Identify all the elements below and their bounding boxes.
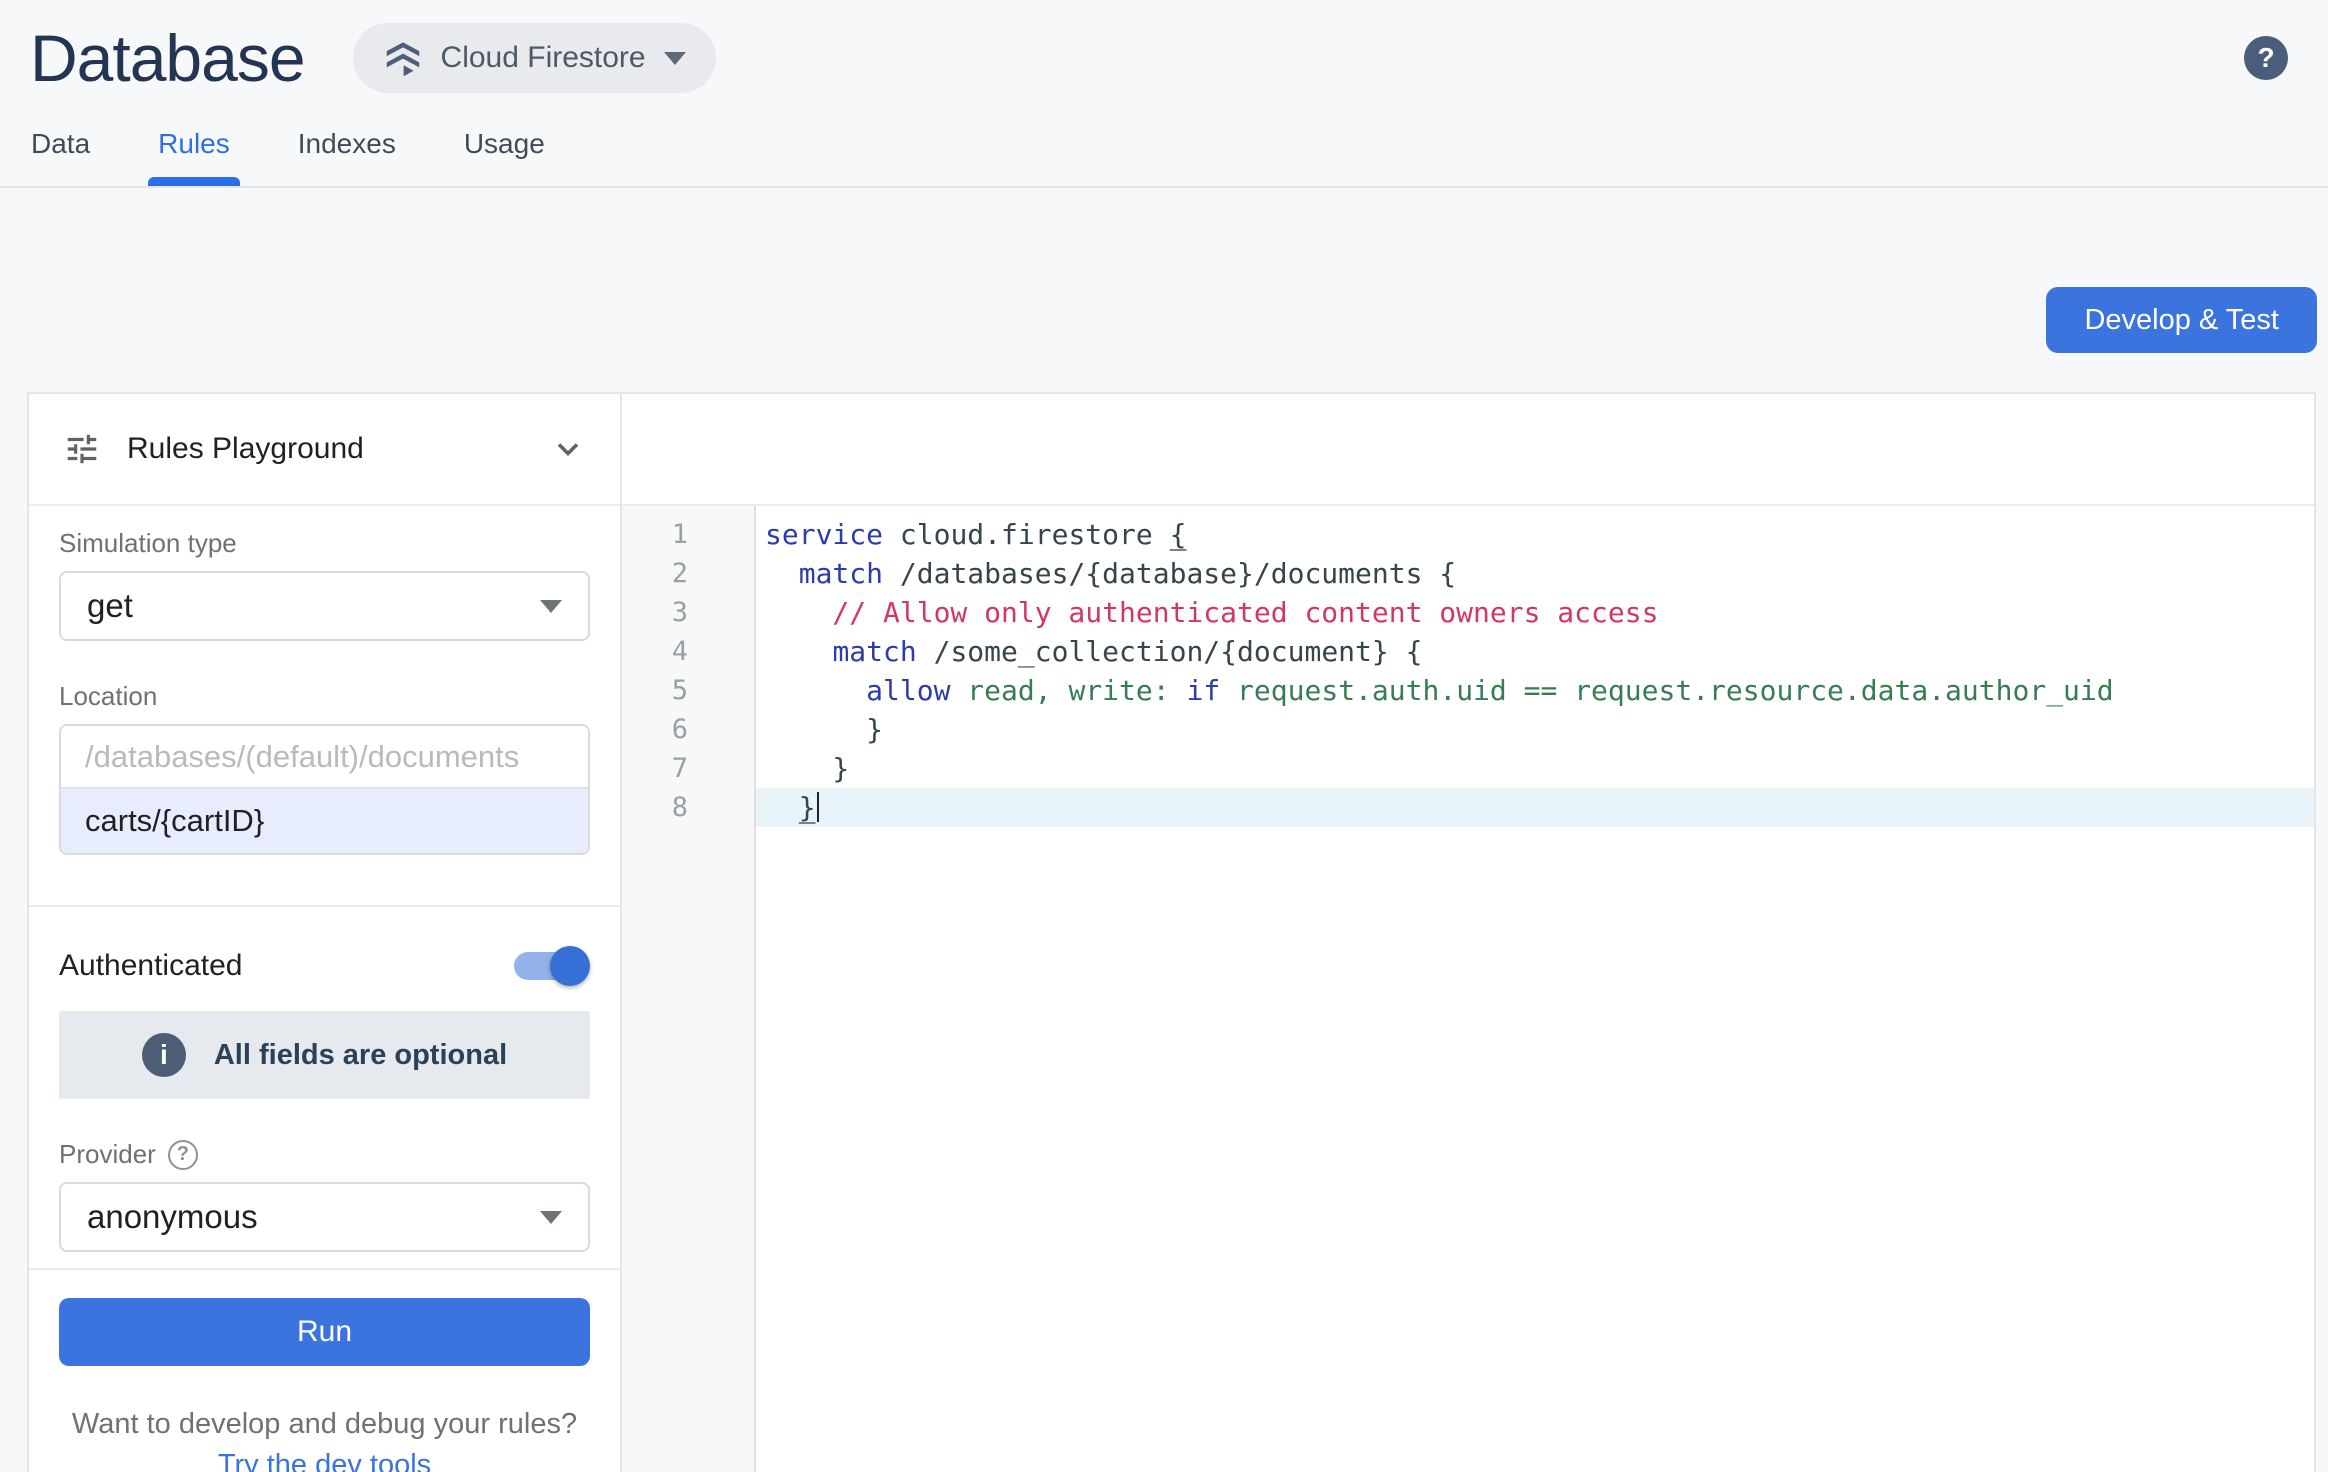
line-number: 1 bbox=[622, 515, 688, 554]
simulation-type-value: get bbox=[87, 587, 540, 625]
code-line[interactable]: // Allow only authenticated content owne… bbox=[756, 593, 2314, 632]
info-banner: i All fields are optional bbox=[59, 1011, 590, 1099]
code-token bbox=[765, 557, 799, 590]
panel-title: Rules Playground bbox=[127, 432, 364, 466]
code-token: /some_collection/{document} { bbox=[917, 635, 1423, 668]
firestore-icon bbox=[383, 38, 423, 78]
provider-select[interactable]: anonymous bbox=[59, 1182, 590, 1252]
code-editor[interactable]: 12345678 service cloud.firestore { match… bbox=[622, 506, 2314, 1472]
run-button[interactable]: Run bbox=[59, 1298, 590, 1366]
code-line[interactable]: } bbox=[756, 788, 2314, 827]
database-type-chip[interactable]: Cloud Firestore bbox=[353, 23, 716, 93]
authenticated-toggle[interactable] bbox=[514, 952, 586, 980]
line-number: 4 bbox=[622, 632, 688, 671]
rules-editor: 12345678 service cloud.firestore { match… bbox=[622, 394, 2314, 1472]
code-line[interactable]: allow read, write: if request.auth.uid =… bbox=[756, 671, 2314, 710]
toggle-thumb bbox=[550, 946, 590, 986]
line-number: 3 bbox=[622, 593, 688, 632]
rules-card: Rules Playground Simulation type get Loc… bbox=[27, 392, 2316, 1472]
tune-icon bbox=[63, 430, 101, 468]
code-token: if bbox=[1186, 674, 1220, 707]
tab-rules[interactable]: Rules bbox=[158, 120, 230, 186]
code-token: request.auth.uid == request.resource.dat… bbox=[1220, 674, 2113, 707]
provider-help-icon[interactable]: ? bbox=[168, 1140, 198, 1170]
simulation-type-select[interactable]: get bbox=[59, 571, 590, 641]
simulation-type-label: Simulation type bbox=[59, 528, 590, 559]
code-token bbox=[765, 674, 866, 707]
code-token: match bbox=[832, 635, 916, 668]
help-button[interactable]: ? bbox=[2244, 36, 2288, 80]
code-token: { bbox=[1170, 518, 1187, 551]
rules-playground-panel: Rules Playground Simulation type get Loc… bbox=[29, 394, 622, 1472]
location-field: /databases/(default)/documents carts/{ca… bbox=[59, 724, 590, 855]
tab-indexes[interactable]: Indexes bbox=[298, 120, 396, 186]
app-header: Database Cloud Firestore ? bbox=[0, 0, 2328, 100]
code-token: } bbox=[765, 713, 883, 746]
editor-toolbar bbox=[622, 394, 2314, 506]
section-divider bbox=[29, 905, 620, 907]
code-line[interactable]: match /databases/{database}/documents { bbox=[756, 554, 2314, 593]
dev-tools-question: Want to develop and debug your rules? bbox=[59, 1408, 590, 1441]
dropdown-arrow-icon bbox=[540, 1211, 562, 1224]
tab-usage[interactable]: Usage bbox=[464, 120, 545, 186]
page-title: Database bbox=[30, 20, 305, 96]
code-token: match bbox=[799, 557, 883, 590]
tab-bar: Data Rules Indexes Usage bbox=[0, 100, 2328, 188]
code-token: /databases/{database}/documents { bbox=[883, 557, 1456, 590]
provider-label-row: Provider ? bbox=[59, 1139, 590, 1170]
code-content[interactable]: service cloud.firestore { match /databas… bbox=[756, 515, 2314, 1472]
info-icon: i bbox=[142, 1033, 186, 1077]
chevron-down-icon bbox=[550, 431, 586, 467]
authenticated-label: Authenticated bbox=[59, 949, 242, 983]
rules-playground-header[interactable]: Rules Playground bbox=[29, 394, 620, 506]
code-token bbox=[765, 791, 799, 824]
code-token: } bbox=[799, 791, 816, 824]
location-prefix: /databases/(default)/documents bbox=[61, 726, 588, 789]
code-token: // Allow only authenticated content owne… bbox=[765, 596, 1658, 629]
section-divider bbox=[29, 1268, 620, 1270]
line-number: 7 bbox=[622, 749, 688, 788]
code-token: } bbox=[765, 752, 849, 785]
code-line[interactable]: match /some_collection/{document} { bbox=[756, 632, 2314, 671]
line-number: 2 bbox=[622, 554, 688, 593]
location-label: Location bbox=[59, 681, 590, 712]
tab-data[interactable]: Data bbox=[31, 120, 90, 186]
code-line[interactable]: } bbox=[756, 710, 2314, 749]
location-input[interactable]: carts/{cartID} bbox=[61, 789, 588, 853]
text-cursor bbox=[817, 792, 819, 822]
code-line[interactable]: } bbox=[756, 749, 2314, 788]
panel-footer: Want to develop and debug your rules? Tr… bbox=[59, 1408, 590, 1472]
code-token: service bbox=[765, 518, 883, 551]
code-token: cloud.firestore bbox=[883, 518, 1170, 551]
dropdown-arrow-icon bbox=[540, 600, 562, 613]
provider-label: Provider bbox=[59, 1139, 156, 1170]
line-number-gutter: 12345678 bbox=[622, 506, 756, 1472]
question-mark-icon: ? bbox=[2257, 42, 2274, 74]
provider-value: anonymous bbox=[87, 1198, 540, 1236]
code-line[interactable]: service cloud.firestore { bbox=[756, 515, 2314, 554]
chip-label: Cloud Firestore bbox=[441, 41, 646, 75]
code-token: read, write: bbox=[950, 674, 1186, 707]
develop-test-button[interactable]: Develop & Test bbox=[2046, 287, 2317, 353]
chevron-down-icon bbox=[664, 52, 686, 65]
panel-body: Simulation type get Location /databases/… bbox=[29, 506, 620, 1472]
line-number: 5 bbox=[622, 671, 688, 710]
line-number: 8 bbox=[622, 788, 688, 827]
code-token bbox=[765, 635, 832, 668]
line-number: 6 bbox=[622, 710, 688, 749]
authenticated-row: Authenticated bbox=[59, 949, 590, 983]
info-text: All fields are optional bbox=[214, 1039, 507, 1072]
code-token: allow bbox=[866, 674, 950, 707]
dev-tools-link[interactable]: Try the dev tools bbox=[218, 1449, 431, 1472]
